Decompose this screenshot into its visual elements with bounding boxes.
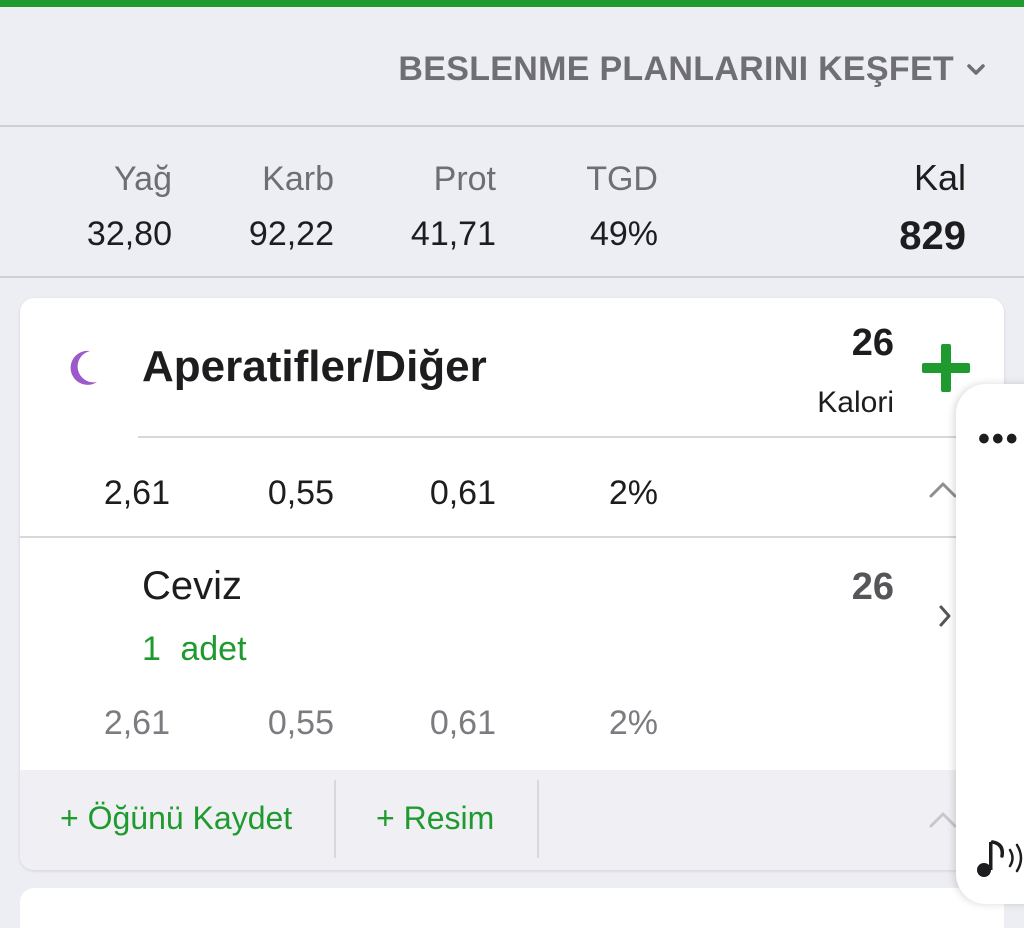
- food-tgd: 2%: [608, 704, 658, 742]
- food-prot: 0,61: [429, 704, 496, 742]
- summary-prot-label: Prot: [433, 160, 496, 198]
- meal-calories-label: Kalori: [817, 386, 894, 419]
- music-icon[interactable]: [974, 836, 1024, 880]
- meal-tgd: 2%: [608, 474, 658, 512]
- footer-separator: [537, 780, 539, 858]
- chevron-right-icon[interactable]: [938, 604, 952, 628]
- summary-carb-label: Karb: [262, 160, 334, 198]
- chevron-up-icon[interactable]: [928, 480, 958, 500]
- meal-calories: 26: [851, 322, 894, 364]
- explore-plans-label: BESLENME PLANLARINI KEŞFET: [398, 50, 954, 88]
- more-icon[interactable]: •••: [978, 420, 1020, 459]
- explore-plans-dropdown[interactable]: BESLENME PLANLARINI KEŞFET: [398, 50, 986, 89]
- summary-fat-value: 32,80: [86, 215, 172, 253]
- meal-prot: 0,61: [429, 474, 496, 512]
- save-meal-button[interactable]: + Öğünü Kaydet: [60, 800, 292, 837]
- summary-divider: [0, 276, 1024, 278]
- meal-card: Aperatifler/Diğer 26 Kalori 2,61 0,55 0,…: [20, 298, 1004, 870]
- summary-carb-value: 92,22: [248, 215, 334, 253]
- meal-title[interactable]: Aperatifler/Diğer: [142, 342, 487, 392]
- header-divider: [0, 125, 1024, 127]
- meal-carb: 0,55: [267, 474, 334, 512]
- food-fat: 2,61: [103, 704, 170, 742]
- macros-divider: [20, 536, 1004, 538]
- food-calories: 26: [851, 566, 894, 608]
- food-name: Ceviz: [142, 564, 243, 608]
- food-carb: 0,55: [267, 704, 334, 742]
- add-photo-button[interactable]: + Resim: [376, 800, 494, 837]
- add-food-button[interactable]: [920, 342, 972, 394]
- footer-separator: [334, 780, 336, 858]
- summary-tgd-value: 49%: [589, 215, 658, 253]
- chevron-down-icon: [967, 63, 985, 75]
- summary-kal-value: 829: [899, 214, 966, 258]
- summary-kal-label: Kal: [913, 157, 966, 198]
- floating-side-panel[interactable]: •••: [956, 384, 1024, 904]
- chevron-up-icon[interactable]: [928, 810, 958, 830]
- top-accent-bar: [0, 0, 1024, 7]
- moon-icon: [70, 350, 97, 385]
- title-divider: [138, 436, 1004, 438]
- food-quantity[interactable]: 1 adet: [142, 630, 247, 669]
- summary-fat-label: Yağ: [114, 160, 172, 198]
- summary-prot-value: 41,71: [410, 215, 496, 253]
- summary-tgd-label: TGD: [586, 160, 658, 198]
- meal-fat: 2,61: [103, 474, 170, 512]
- next-meal-card: [20, 888, 1004, 928]
